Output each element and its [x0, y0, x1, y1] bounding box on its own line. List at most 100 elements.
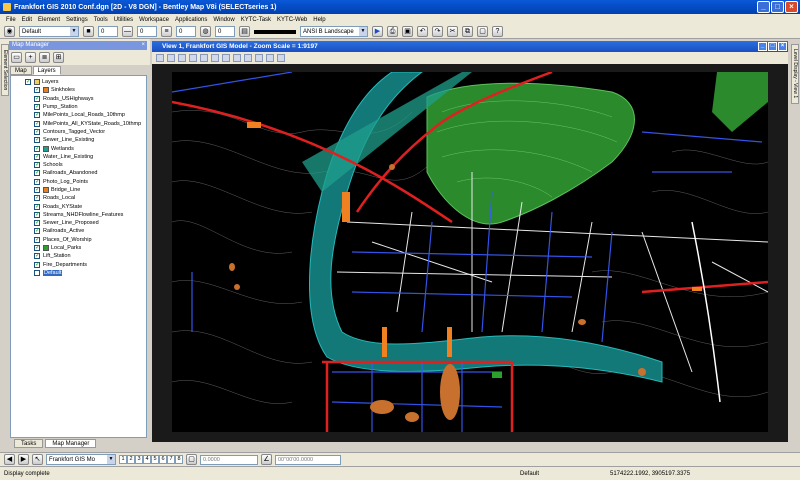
back-icon[interactable]: ◀ [4, 454, 15, 465]
view-button-2[interactable]: 2 [127, 455, 135, 464]
transparency-icon[interactable]: ▤ [239, 26, 250, 37]
view-button-1[interactable]: 1 [119, 455, 127, 464]
layer-checkbox[interactable]: ✓ [34, 195, 40, 202]
update-view-icon[interactable] [178, 54, 186, 62]
view-close-button[interactable]: × [778, 42, 787, 51]
layer-checkbox[interactable]: ✓ [34, 203, 40, 210]
globe-icon[interactable]: ◍ [200, 26, 211, 37]
style-combo[interactable]: 0 [176, 26, 196, 37]
zoom-out-icon[interactable] [200, 54, 208, 62]
layer-item[interactable]: ✓ Places_Of_Worship [11, 236, 146, 244]
layer-checkbox[interactable]: ✓ [34, 187, 40, 193]
map-drawing[interactable] [172, 72, 768, 432]
help-icon[interactable]: ? [492, 26, 503, 37]
folder-icon[interactable]: ▭ [11, 52, 22, 63]
view-button-4[interactable]: 4 [143, 455, 151, 464]
layer-checkbox[interactable]: ✓ [34, 253, 40, 260]
view-button-8[interactable]: 8 [175, 455, 183, 464]
minimize-button[interactable]: _ [757, 1, 770, 13]
layer-checkbox[interactable]: ✓ [34, 245, 40, 252]
layer-item[interactable]: ✓ Bridge_Line [11, 186, 146, 194]
element-selection-tab[interactable]: Element Selection [1, 44, 9, 96]
layer-item[interactable]: ✓ Sewer_Line_Existing [11, 136, 146, 144]
eye-icon[interactable]: ◉ [4, 26, 15, 37]
layer-item[interactable]: ✓ Lift_Station [11, 252, 146, 260]
layer-item[interactable]: ✓ Contours_Tagged_Vector [11, 128, 146, 136]
pan-view-icon[interactable] [244, 54, 252, 62]
rotate-view-icon[interactable] [233, 54, 241, 62]
cut-icon[interactable]: ✂ [447, 26, 458, 37]
zoom-in-icon[interactable] [189, 54, 197, 62]
layer-item[interactable]: ✓ Roads_USHighways [11, 95, 146, 103]
layer-checkbox[interactable]: ✓ [34, 236, 40, 243]
menu-help[interactable]: Help [313, 17, 325, 23]
view-button-5[interactable]: 5 [151, 455, 159, 464]
close-icon[interactable]: × [141, 41, 145, 50]
layer-checkbox[interactable]: ✓ [34, 220, 40, 227]
copy-icon[interactable]: ⧉ [462, 26, 473, 37]
play-icon[interactable]: ▶ [372, 26, 383, 37]
layer-item[interactable]: ✓ MilePoints_All_KYState_Roads_10thmp [11, 119, 146, 127]
print-icon[interactable]: ⎙ [387, 26, 398, 37]
pointer-icon[interactable]: ↖ [32, 454, 43, 465]
coordinate-field-2[interactable]: 00"00'00.0000 [275, 454, 341, 465]
layer-checkbox[interactable]: ✓ [34, 178, 40, 185]
tab-tasks[interactable]: Tasks [14, 439, 44, 448]
model-combo[interactable]: Frankfort GIS Mo ▼ [46, 454, 116, 465]
level-combo[interactable]: Default ▼ [19, 26, 79, 37]
color-icon[interactable]: ■ [83, 26, 94, 37]
display-style-icon[interactable] [167, 54, 175, 62]
grid-icon[interactable]: ⊞ [53, 52, 64, 63]
forward-icon[interactable]: ▶ [18, 454, 29, 465]
layer-checkbox[interactable] [34, 269, 40, 276]
layer-checkbox[interactable]: ✓ [34, 87, 40, 94]
maximize-button[interactable]: □ [771, 1, 784, 13]
layer-item[interactable]: ✓ Railroads_Abandoned [11, 169, 146, 177]
save-icon[interactable]: ▣ [402, 26, 413, 37]
layer-checkbox[interactable]: ✓ [34, 228, 40, 235]
layer-checkbox[interactable]: ✓ [34, 128, 40, 135]
map-canvas[interactable] [152, 64, 788, 442]
fit-view-icon[interactable] [222, 54, 230, 62]
layer-item[interactable]: ✓ Streams_NHDFlowline_Features [11, 211, 146, 219]
layer-checkbox[interactable]: ✓ [34, 120, 40, 127]
menu-kytc-task[interactable]: KYTC-Task [241, 17, 271, 23]
clip-volume-icon[interactable] [277, 54, 285, 62]
menu-settings[interactable]: Settings [66, 17, 88, 23]
menu-applications[interactable]: Applications [175, 17, 207, 23]
line-style-icon[interactable]: — [122, 26, 133, 37]
layer-checkbox[interactable]: ✓ [34, 162, 40, 169]
menu-file[interactable]: File [6, 17, 16, 23]
layer-item[interactable]: ✓ Wetlands [11, 144, 146, 152]
add-layer-icon[interactable]: + [25, 52, 36, 63]
view-minimize-button[interactable]: _ [758, 42, 767, 51]
layer-item[interactable]: Default [11, 269, 146, 277]
menu-utilities[interactable]: Utilities [114, 17, 133, 23]
menu-edit[interactable]: Edit [22, 17, 32, 23]
class-combo[interactable]: 0 [215, 26, 235, 37]
layer-item[interactable]: ✓ Sinkholes [11, 86, 146, 94]
layer-root[interactable]: ✓ Layers [11, 78, 146, 86]
layer-checkbox[interactable]: ✓ [34, 153, 40, 160]
tab-map-manager[interactable]: Map Manager [45, 439, 97, 448]
layer-item[interactable]: ✓ Pump_Station [11, 103, 146, 111]
layer-checkbox[interactable]: ✓ [34, 95, 40, 102]
menu-tools[interactable]: Tools [94, 17, 108, 23]
view-button-7[interactable]: 7 [167, 455, 175, 464]
menu-element[interactable]: Element [38, 17, 60, 23]
layer-item[interactable]: ✓ Railroads_Active [11, 227, 146, 235]
layer-item[interactable]: ✓ Sewer_Line_Proposed [11, 219, 146, 227]
lock-icon[interactable]: ▢ [186, 454, 197, 465]
view-next-icon[interactable] [266, 54, 274, 62]
view-maximize-button[interactable]: □ [768, 42, 777, 51]
layer-item[interactable]: ✓ Roads_KYState [11, 202, 146, 210]
tab-layers[interactable]: Layers [32, 66, 61, 75]
angle-icon[interactable]: ∠ [261, 454, 272, 465]
redo-icon[interactable]: ↷ [432, 26, 443, 37]
window-area-icon[interactable] [211, 54, 219, 62]
layer-item[interactable]: ✓ Photo_Log_Points [11, 178, 146, 186]
view-previous-icon[interactable] [255, 54, 263, 62]
level-display-tab[interactable]: Level Display - View 1 [791, 44, 799, 104]
layer-item[interactable]: ✓ Fire_Departments [11, 261, 146, 269]
paste-icon[interactable]: ▢ [477, 26, 488, 37]
